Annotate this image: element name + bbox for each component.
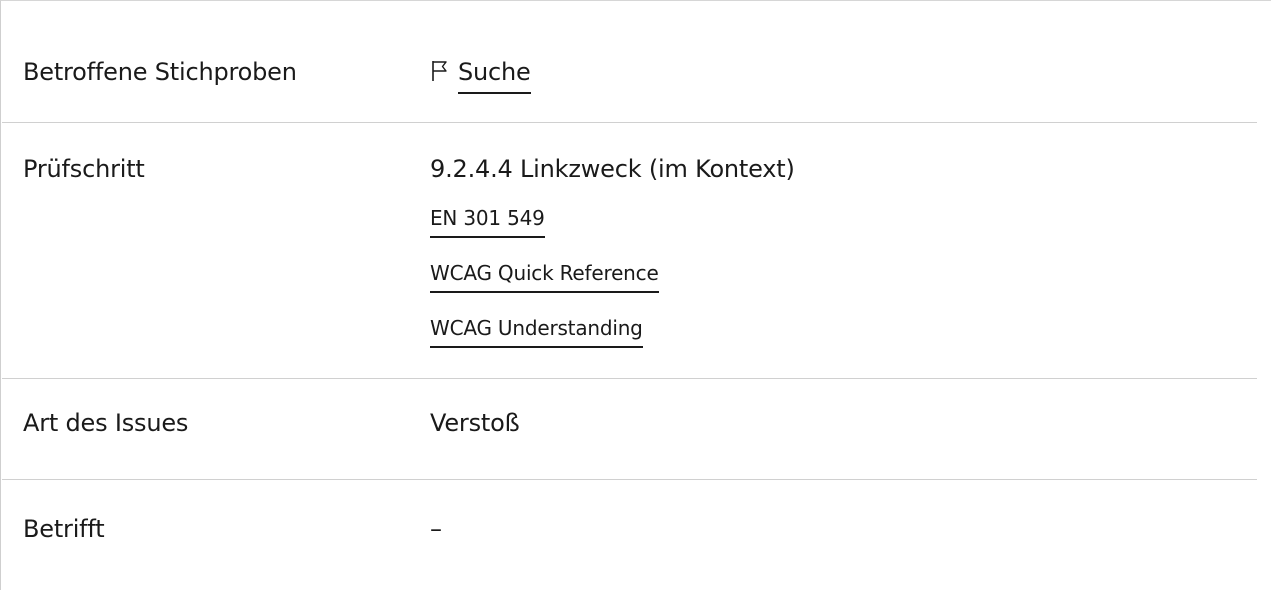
issue-details-panel: Betroffene Stichproben Suche Prüfschritt… [0,0,1271,590]
link-wcag-understanding[interactable]: WCAG Understanding [430,315,643,348]
row-concerns: Betrifft – [2,480,1257,591]
affected-samples-value: Suche [430,56,531,94]
test-step-label: Prüfschritt [23,155,145,183]
issue-type-label: Art des Issues [23,409,189,437]
link-en-301-549[interactable]: EN 301 549 [430,205,545,238]
sample-link-search[interactable]: Suche [458,58,531,94]
issue-type-value: Verstoß [430,409,520,437]
row-issue-type: Art des Issues Verstoß [2,379,1257,480]
affected-samples-label: Betroffene Stichproben [23,58,297,86]
concerns-label: Betrifft [23,515,105,543]
test-step-value: 9.2.4.4 Linkzweck (im Kontext) [430,155,795,183]
flag-icon [432,61,447,81]
link-wcag-quick-reference[interactable]: WCAG Quick Reference [430,260,659,293]
row-test-step: Prüfschritt 9.2.4.4 Linkzweck (im Kontex… [2,123,1257,379]
row-affected-samples: Betroffene Stichproben Suche [2,1,1257,123]
concerns-value: – [430,515,442,543]
